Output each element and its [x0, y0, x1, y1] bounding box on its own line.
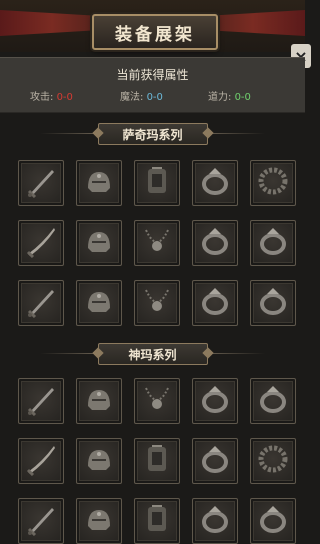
item-slot[interactable]	[76, 220, 122, 266]
helmet-icon	[82, 382, 116, 420]
armor-icon	[140, 442, 174, 480]
armor-icon	[140, 164, 174, 202]
magic-attr: 魔法: 0-0	[120, 88, 163, 103]
section-header-2: 神玛系列	[0, 341, 305, 367]
magic-label: 魔法:	[120, 92, 144, 103]
sword-icon	[24, 284, 58, 322]
item-slot[interactable]	[134, 220, 180, 266]
item-slot[interactable]	[250, 378, 296, 424]
helmet-icon	[82, 164, 116, 202]
item-slot[interactable]	[192, 220, 238, 266]
item-slot[interactable]	[18, 498, 64, 544]
ring-icon	[198, 442, 232, 480]
item-slot[interactable]	[76, 280, 122, 326]
section-plate: 神玛系列	[97, 343, 208, 365]
taoism-value: 0-0	[234, 92, 251, 103]
item-slot[interactable]	[250, 498, 296, 544]
item-slot[interactable]	[134, 438, 180, 484]
magic-value: 0-0	[146, 92, 163, 103]
item-slot[interactable]	[192, 378, 238, 424]
item-slot[interactable]	[192, 438, 238, 484]
helmet-icon	[82, 284, 116, 322]
blade-icon	[24, 224, 58, 262]
item-slot[interactable]	[76, 378, 122, 424]
item-slot[interactable]	[250, 438, 296, 484]
item-slot[interactable]	[192, 160, 238, 206]
item-slot[interactable]	[250, 220, 296, 266]
item-slot[interactable]	[18, 438, 64, 484]
armor-icon	[140, 502, 174, 540]
attack-label: 攻击:	[30, 92, 54, 103]
attack-value: 0-0	[56, 92, 73, 103]
ring-icon	[256, 502, 290, 540]
taoism-attr: 道力: 0-0	[208, 88, 251, 103]
section-title: 神玛系列	[128, 347, 177, 362]
item-slot[interactable]	[76, 438, 122, 484]
item-slot[interactable]	[250, 280, 296, 326]
sword-icon	[24, 502, 58, 540]
blade-icon	[24, 442, 58, 480]
attribute-title: 当前获得属性	[116, 68, 189, 82]
ring-icon	[198, 502, 232, 540]
item-slot[interactable]	[18, 378, 64, 424]
taoism-label: 道力:	[208, 92, 232, 103]
ring-icon	[256, 224, 290, 262]
attack-attr: 攻击: 0-0	[30, 88, 73, 103]
item-slot[interactable]	[192, 280, 238, 326]
ring-icon	[198, 284, 232, 322]
ring-icon	[198, 224, 232, 262]
item-slot[interactable]	[76, 160, 122, 206]
item-grid-1	[18, 160, 296, 326]
necklace-icon	[140, 284, 174, 322]
section-header-1: 萨奇玛系列	[0, 121, 305, 147]
section-plate: 萨奇玛系列	[97, 123, 208, 145]
item-grid-2	[18, 378, 296, 544]
necklace-icon	[140, 224, 174, 262]
item-slot[interactable]	[18, 280, 64, 326]
bracelet-icon	[256, 442, 290, 480]
title-plate: 装备展架	[92, 14, 218, 50]
item-slot[interactable]	[18, 160, 64, 206]
ring-icon	[256, 382, 290, 420]
item-slot[interactable]	[76, 498, 122, 544]
item-slot[interactable]	[134, 280, 180, 326]
ring-icon	[256, 284, 290, 322]
helmet-icon	[82, 502, 116, 540]
attribute-row: 攻击: 0-0 魔法: 0-0 道力: 0-0	[0, 88, 305, 104]
item-slot[interactable]	[134, 378, 180, 424]
helmet-icon	[82, 442, 116, 480]
item-slot[interactable]	[134, 498, 180, 544]
bracelet-icon	[256, 164, 290, 202]
helmet-icon	[82, 224, 116, 262]
ring-icon	[198, 164, 232, 202]
sword-icon	[24, 164, 58, 202]
item-slot[interactable]	[192, 498, 238, 544]
sword-icon	[24, 382, 58, 420]
page-title: 装备展架	[115, 24, 195, 45]
section-title: 萨奇玛系列	[122, 127, 183, 142]
item-slot[interactable]	[250, 160, 296, 206]
item-slot[interactable]	[18, 220, 64, 266]
item-slot[interactable]	[134, 160, 180, 206]
top-bar: 装备展架	[0, 0, 305, 52]
attribute-panel: 当前获得属性 攻击: 0-0 魔法: 0-0 道力: 0-0	[0, 57, 305, 113]
ring-icon	[198, 382, 232, 420]
necklace-icon	[140, 382, 174, 420]
